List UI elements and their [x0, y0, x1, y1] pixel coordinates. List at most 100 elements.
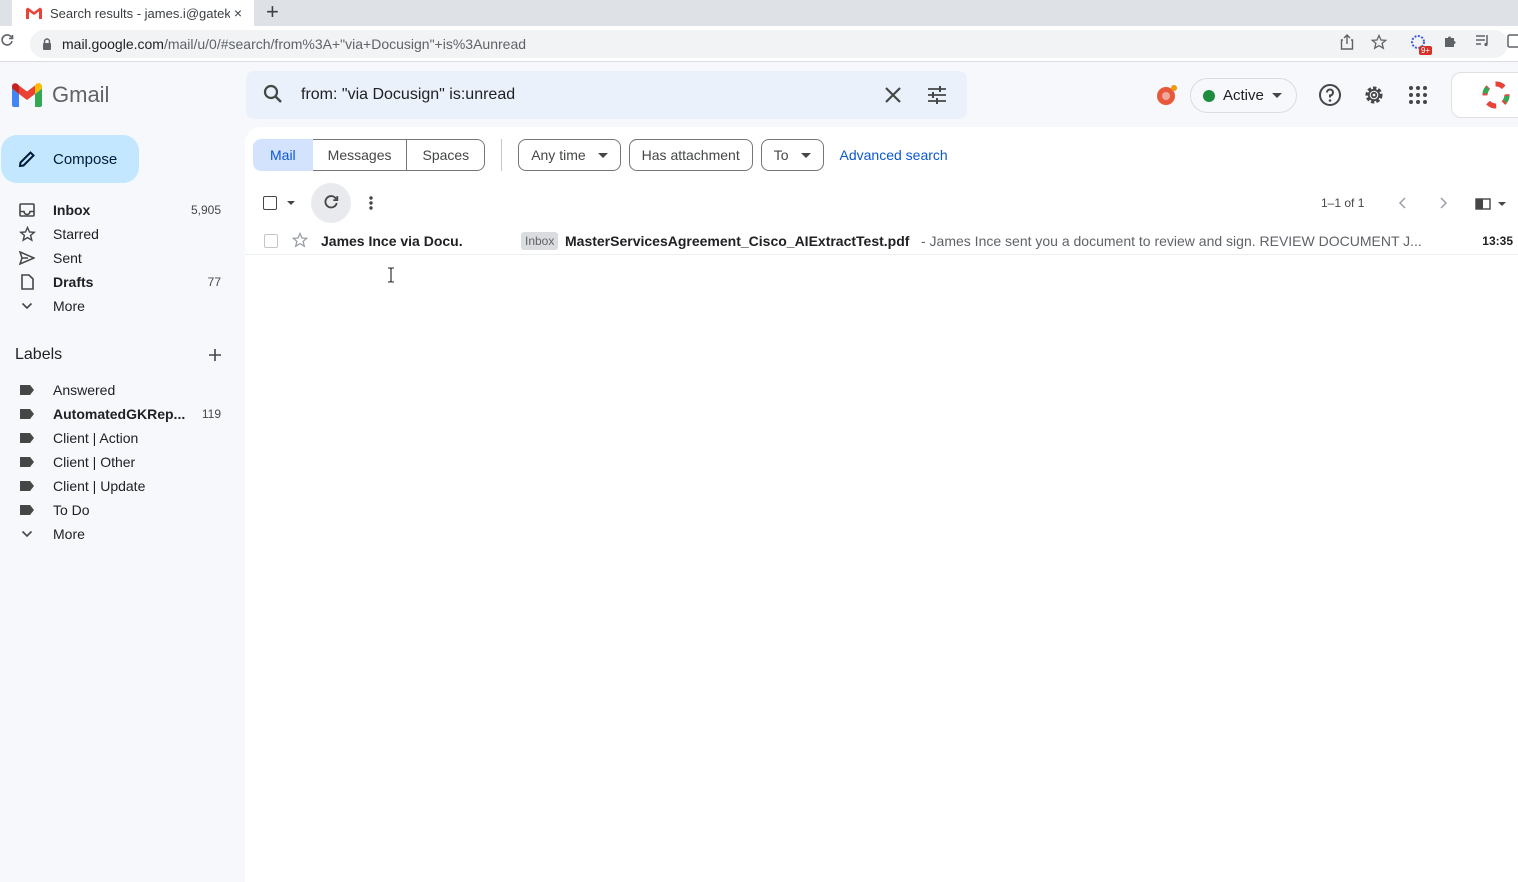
url-path: /mail/u/0/#search/from%3A+"via+Docusign"… — [163, 36, 527, 52]
extension-badge-count: 9+ — [1420, 46, 1431, 55]
label-tag-icon — [18, 429, 36, 447]
email-subject: MasterServicesAgreement_Cisco_AIExtractT… — [565, 233, 910, 249]
draft-count: 77 — [207, 275, 221, 289]
label-name: More — [53, 526, 85, 542]
label-item[interactable]: To Do — [0, 498, 244, 522]
sidebar-item-label: Drafts — [53, 274, 94, 290]
chevron-left-icon[interactable] — [1398, 196, 1408, 215]
apps-grid-icon[interactable] — [1408, 85, 1428, 110]
chevron-down-icon — [1271, 93, 1282, 98]
email-row[interactable]: James Ince via Docu. Inbox MasterService… — [245, 227, 1518, 255]
settings-gear-icon[interactable] — [1362, 83, 1386, 112]
browser-tab-strip: Search results - james.i@gatek × + — [0, 0, 1518, 26]
label-item[interactable]: Answered — [0, 378, 244, 402]
email-time: 13:35 — [1482, 234, 1513, 248]
gmail-m-icon — [12, 83, 42, 107]
label-name: Client | Other — [53, 454, 136, 470]
sidebar-item-label: More — [53, 298, 85, 314]
row-checkbox[interactable] — [264, 234, 278, 248]
draft-icon — [18, 273, 36, 291]
filter-has-attachment[interactable]: Has attachment — [628, 139, 753, 171]
account-avatar-icon — [1482, 81, 1510, 114]
pencil-icon — [18, 151, 35, 168]
label-item[interactable]: Client | Other — [0, 450, 244, 474]
pagination-text: 1–1 of 1 — [1321, 196, 1365, 210]
filter-messages[interactable]: Messages — [312, 139, 408, 171]
url-host: mail.google.com — [62, 36, 164, 52]
address-bar[interactable]: mail.google.com/mail/u/0/#search/from%3A… — [30, 30, 1508, 58]
labels-title: Labels — [15, 346, 63, 363]
label-name: AutomatedGKRep... — [53, 406, 186, 422]
list-toolbar: 1–1 of 1 — [245, 183, 1518, 223]
sidebar-item-label: Starred — [53, 226, 99, 242]
more-options-icon[interactable] — [368, 195, 374, 216]
side-panel-icon[interactable] — [1507, 34, 1518, 52]
sidebar-item-more[interactable]: More — [0, 294, 244, 318]
extension-avatar-icon[interactable] — [1155, 84, 1179, 113]
label-item[interactable]: Client | Update — [0, 474, 244, 498]
reload-icon[interactable] — [0, 34, 14, 53]
new-tab-button[interactable]: + — [266, 1, 279, 23]
label-count: 119 — [201, 407, 221, 421]
account-switcher[interactable] — [1451, 72, 1518, 118]
advanced-search-link[interactable]: Advanced search — [840, 139, 948, 171]
sidebar-item-sent[interactable]: Sent — [0, 246, 244, 270]
sidebar-item-label: Sent — [53, 250, 82, 266]
url-text: mail.google.com/mail/u/0/#search/from%3A… — [62, 36, 526, 52]
extension-badge-icon[interactable]: 9+ — [1410, 34, 1434, 60]
inbox-badge[interactable]: Inbox — [521, 232, 559, 250]
refresh-button[interactable] — [311, 183, 351, 223]
compose-button[interactable]: Compose — [1, 135, 139, 183]
sidebar-item-label: Inbox — [53, 202, 91, 218]
filter-to[interactable]: To — [760, 139, 824, 171]
bookmark-star-icon[interactable] — [1370, 33, 1388, 54]
chevron-down-icon — [18, 297, 36, 315]
help-icon[interactable] — [1318, 83, 1342, 112]
sidebar-item-inbox[interactable]: Inbox 5,905 — [0, 198, 244, 222]
star-icon[interactable] — [291, 231, 309, 253]
filter-mail[interactable]: Mail — [253, 139, 313, 171]
status-selector[interactable]: Active — [1190, 78, 1297, 113]
gmail-wordmark: Gmail — [52, 82, 110, 107]
tab-close-icon[interactable]: × — [230, 5, 246, 21]
sidebar-nav: Inbox 5,905 Starred Sent Drafts 77 More — [0, 198, 244, 318]
search-icon[interactable] — [262, 83, 284, 110]
label-tag-icon — [18, 381, 36, 399]
inbox-icon — [18, 201, 36, 219]
label-item[interactable]: AutomatedGKRep... 119 — [0, 402, 244, 426]
refresh-icon — [324, 195, 339, 209]
split-pane-icon[interactable] — [1475, 197, 1507, 215]
select-all-checkbox[interactable] — [263, 196, 277, 210]
chevron-right-icon[interactable] — [1438, 196, 1448, 215]
email-sender: James Ince via Docu. — [321, 233, 463, 249]
add-label-icon[interactable] — [207, 347, 223, 368]
compose-label: Compose — [53, 150, 118, 168]
label-item[interactable]: Client | Action — [0, 426, 244, 450]
status-label: Active — [1223, 87, 1264, 104]
gmail-logo[interactable]: Gmail — [12, 82, 109, 108]
select-menu-chevron-icon[interactable] — [287, 201, 295, 205]
label-tag-icon — [18, 477, 36, 495]
search-options-icon[interactable] — [926, 84, 948, 111]
sidebar-item-starred[interactable]: Starred — [0, 222, 244, 246]
browser-tab[interactable]: Search results - james.i@gatek × — [12, 0, 254, 26]
star-icon — [18, 225, 36, 243]
text-cursor-icon — [387, 267, 395, 288]
clear-search-icon[interactable] — [882, 84, 904, 111]
puzzle-extensions-icon[interactable] — [1443, 34, 1458, 53]
filter-any-time-label: Any time — [531, 147, 586, 163]
chevron-down-icon — [18, 525, 36, 543]
label-tag-icon — [18, 405, 36, 423]
search-input[interactable] — [301, 83, 861, 107]
labels-more[interactable]: More — [0, 522, 244, 546]
search-filter-chips: Mail Messages Spaces Any time Has attach… — [253, 139, 948, 171]
share-icon[interactable] — [1340, 34, 1354, 54]
filter-any-time[interactable]: Any time — [518, 139, 621, 171]
search-bar — [246, 71, 967, 119]
media-queue-icon[interactable] — [1475, 34, 1490, 51]
filter-divider — [501, 139, 503, 171]
filter-spaces[interactable]: Spaces — [407, 139, 486, 171]
sidebar-item-drafts[interactable]: Drafts 77 — [0, 270, 244, 294]
label-tag-icon — [18, 453, 36, 471]
label-name: Client | Update — [53, 478, 146, 494]
